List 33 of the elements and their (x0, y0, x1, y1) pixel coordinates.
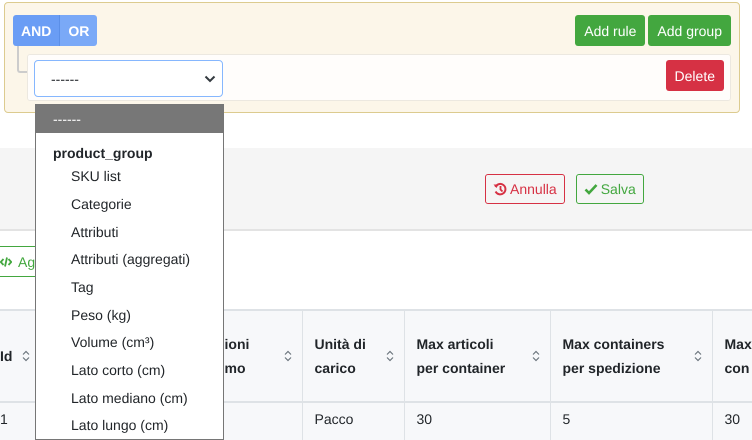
table-cell: 30 (416, 411, 432, 427)
column-header: ioni mo (224, 335, 250, 378)
table-cell: 5 (562, 411, 570, 427)
dropdown-option[interactable]: ------ (36, 105, 223, 133)
dropdown-option[interactable]: Lato lungo (cm) (36, 411, 223, 440)
table-cell: Pacco (314, 411, 354, 427)
sort-icon[interactable] (694, 350, 702, 362)
dropdown-option[interactable]: Attributi (36, 218, 223, 246)
sort-icon[interactable] (532, 350, 540, 362)
history-icon (493, 182, 507, 196)
dropdown-option[interactable]: Categorie (36, 190, 223, 218)
dropdown-option[interactable]: Lato mediano (cm) (36, 384, 223, 412)
column-header: Max articoli per container (416, 335, 506, 378)
dropdown-option[interactable]: Lato corto (cm) (36, 356, 223, 384)
sort-icon[interactable] (22, 350, 30, 362)
cancel-button[interactable]: Annulla (485, 174, 565, 204)
field-select[interactable]: ------ (34, 60, 223, 97)
sort-icon[interactable] (386, 350, 394, 362)
dropdown-option[interactable]: Peso (kg) (36, 300, 223, 328)
check-icon (584, 182, 598, 194)
delete-button[interactable]: Delete (666, 60, 724, 91)
table-cell: 1 (0, 411, 8, 427)
column-header: Max con (724, 335, 752, 378)
dropdown-option[interactable]: Volume (cm³) (36, 328, 223, 356)
table-cell: 30 (724, 411, 740, 427)
dropdown-option[interactable]: SKU list (36, 162, 223, 190)
code-icon (0, 256, 12, 268)
column-header: Max containers per spedizione (562, 335, 664, 378)
sort-icon[interactable] (284, 350, 292, 362)
column-header: Id (0, 347, 12, 366)
chevron-down-icon (204, 74, 216, 82)
option-group-label: product_group (52, 144, 154, 162)
column-header: Unità di carico (314, 335, 366, 378)
